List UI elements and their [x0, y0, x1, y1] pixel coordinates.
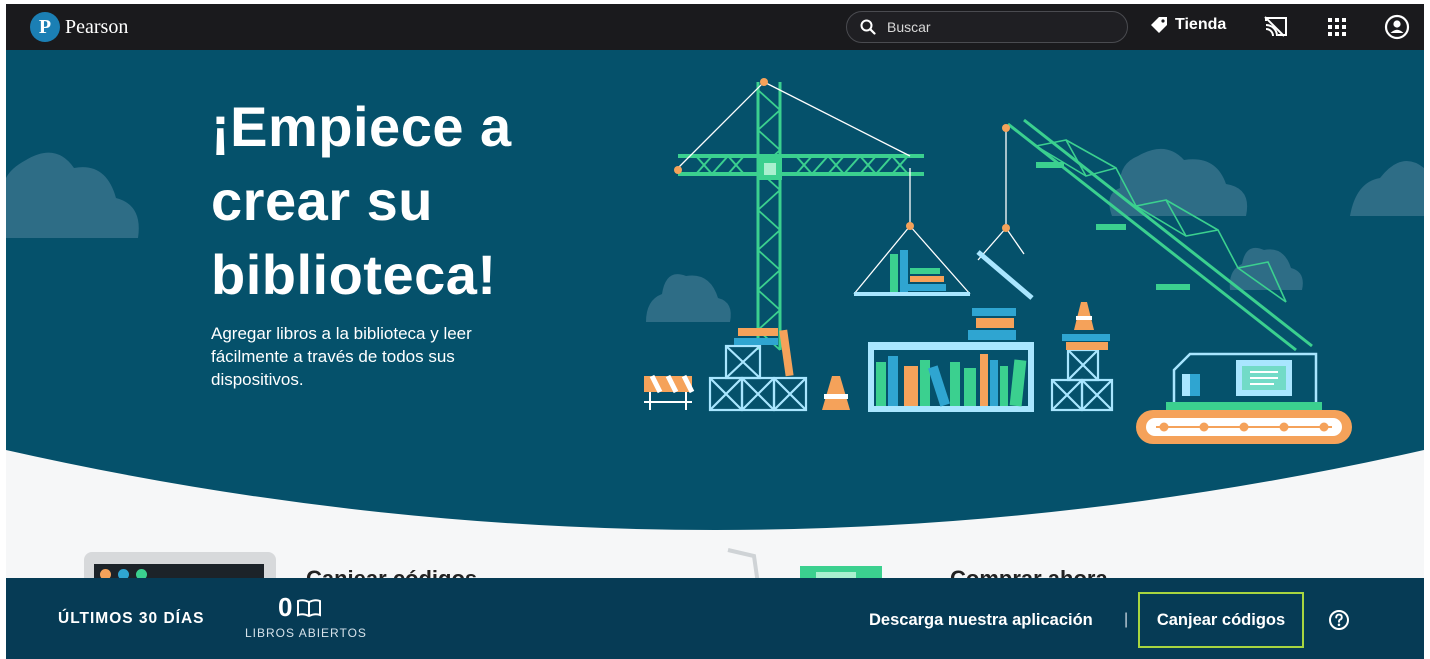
top-navigation-bar: P Pearson Tienda	[6, 4, 1424, 50]
hero-title: ¡Empiece a crear su biblioteca!	[211, 95, 512, 306]
pearson-logo[interactable]: P Pearson	[30, 12, 128, 42]
hero-subtitle: Agregar libros a la biblioteca y leer fá…	[211, 324, 472, 389]
redeem-codes-link[interactable]: Canjear códigos	[1138, 592, 1304, 648]
store-link[interactable]: Tienda	[1150, 16, 1226, 34]
account-icon[interactable]	[1384, 14, 1410, 40]
search-icon	[860, 19, 876, 35]
apps-grid-icon[interactable]	[1324, 14, 1350, 40]
hero-banner: ¡Empiece a crear su biblioteca! Agregar …	[6, 50, 1424, 530]
app-frame: P Pearson Tienda	[6, 4, 1424, 659]
reading-stats-footer: ÚLTIMOS 30 DÍAS 0 LIBROS ABIERTOS Descar…	[6, 578, 1424, 659]
search-input[interactable]	[885, 18, 1109, 36]
separator: |	[1124, 611, 1129, 628]
tag-icon	[1151, 17, 1167, 33]
period-label: ÚLTIMOS 30 DÍAS	[58, 610, 205, 627]
download-app-link[interactable]: Descarga nuestra aplicación	[869, 611, 1093, 630]
search-box[interactable]	[846, 11, 1128, 43]
store-label: Tienda	[1175, 16, 1227, 33]
books-open-number: 0	[278, 592, 293, 622]
logo-text: Pearson	[65, 15, 129, 38]
redeem-codes-label: Canjear códigos	[1156, 610, 1286, 629]
books-open-count: 0	[278, 592, 322, 623]
logo-mark: P	[30, 12, 60, 42]
cast-off-icon[interactable]	[1263, 14, 1289, 40]
help-circle-icon[interactable]	[1328, 609, 1350, 631]
open-book-icon	[297, 598, 322, 617]
books-open-label: LIBROS ABIERTOS	[245, 626, 367, 640]
